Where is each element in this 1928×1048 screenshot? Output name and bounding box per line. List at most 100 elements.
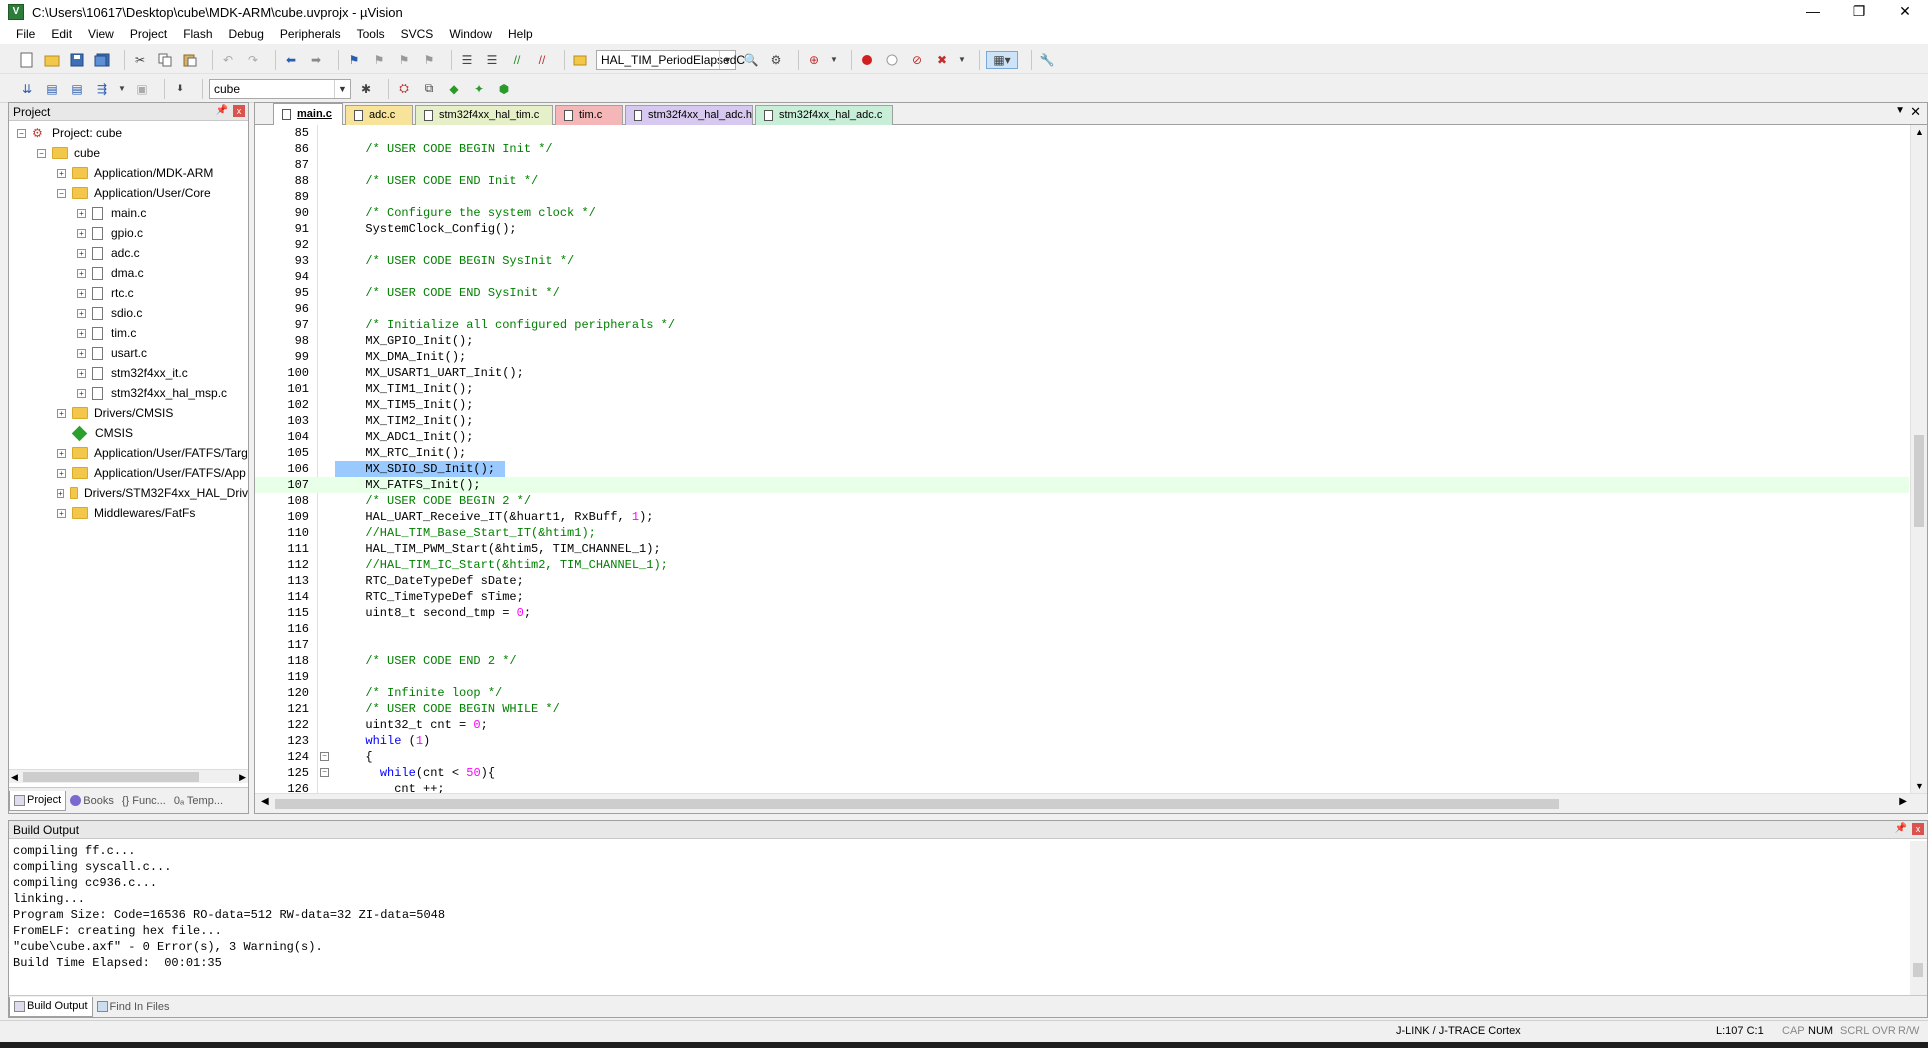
expand-icon[interactable]: + — [77, 208, 86, 218]
fold-toggle-icon[interactable]: − — [320, 752, 329, 761]
expand-icon[interactable]: + — [77, 248, 86, 258]
expand-icon[interactable]: + — [77, 288, 86, 298]
expand-icon[interactable]: + — [57, 508, 66, 518]
minimize-button[interactable]: — — [1790, 0, 1836, 24]
editor-tab[interactable]: stm32f4xx_hal_tim.c — [415, 105, 553, 125]
tab-books[interactable]: Books — [66, 791, 118, 811]
tree-item[interactable]: + dma.c — [9, 263, 248, 283]
debug-session-icon[interactable]: ⊕ — [805, 51, 823, 69]
tree-item[interactable]: + rtc.c — [9, 283, 248, 303]
expand-icon[interactable]: + — [57, 468, 66, 478]
collapse-icon[interactable]: − — [57, 188, 66, 198]
expand-icon[interactable]: + — [77, 328, 86, 338]
close-tab-icon[interactable]: ✕ — [1910, 104, 1921, 120]
comment-icon[interactable]: // — [508, 51, 526, 69]
editor-tab[interactable]: main.c — [273, 103, 343, 125]
configure-icon[interactable]: 🔧 — [1038, 51, 1056, 69]
menu-edit[interactable]: Edit — [43, 24, 80, 44]
scroll-left-icon[interactable]: ◀ — [261, 796, 269, 807]
code-line[interactable]: 96 — [255, 301, 1909, 317]
scroll-down-icon[interactable]: ▼ — [1911, 781, 1928, 791]
bookmark-next-icon[interactable]: ⚑ — [395, 51, 413, 69]
navigate-forward-icon[interactable]: ➡ — [307, 51, 325, 69]
manage-project-items-icon[interactable]: ⛭ — [395, 80, 413, 98]
tree-item[interactable]: + Middlewares/FatFs — [9, 503, 248, 523]
code-line[interactable]: 110 //HAL_TIM_Base_Start_IT(&htim1); — [255, 525, 1909, 541]
code-line[interactable]: 108 /* USER CODE BEGIN 2 */ — [255, 493, 1909, 509]
code-line[interactable]: 98 MX_GPIO_Init(); — [255, 333, 1909, 349]
paste-icon[interactable] — [181, 51, 199, 69]
tree-item[interactable]: + tim.c — [9, 323, 248, 343]
tree-item[interactable]: + Application/User/FATFS/App — [9, 463, 248, 483]
code-editor[interactable]: 85 86 /* USER CODE BEGIN Init */87 88 /* U… — [255, 125, 1909, 793]
menu-debug[interactable]: Debug — [221, 24, 272, 44]
code-line[interactable]: 119 — [255, 669, 1909, 685]
expand-icon[interactable]: + — [57, 168, 66, 178]
collapse-icon[interactable]: − — [37, 148, 46, 158]
redo-icon[interactable]: ↷ — [244, 51, 262, 69]
undo-icon[interactable]: ↶ — [219, 51, 237, 69]
code-line[interactable]: 123 while (1) — [255, 733, 1909, 749]
rebuild-icon[interactable]: ▤ — [68, 80, 86, 98]
menu-peripherals[interactable]: Peripherals — [272, 24, 349, 44]
menu-svcs[interactable]: SVCS — [393, 24, 442, 44]
cut-icon[interactable]: ✂ — [131, 51, 149, 69]
code-line[interactable]: 106 MX_SDIO_SD_Init(); — [255, 461, 1909, 477]
code-line[interactable]: 118 /* USER CODE END 2 */ — [255, 653, 1909, 669]
translate-icon[interactable]: ⇊ — [18, 80, 36, 98]
scroll-right-icon[interactable]: ▶ — [239, 770, 246, 784]
pack-installer-icon[interactable]: ✦ — [470, 80, 488, 98]
build-icon[interactable]: ▤ — [43, 80, 61, 98]
code-line[interactable]: 94 — [255, 269, 1909, 285]
collapse-icon[interactable]: − — [17, 128, 26, 138]
code-line[interactable]: 115 uint8_t second_tmp = 0; — [255, 605, 1909, 621]
disable-breakpoint-icon[interactable] — [883, 51, 901, 69]
expand-icon[interactable]: + — [57, 488, 64, 498]
code-line[interactable]: 90 /* Configure the system clock */ — [255, 205, 1909, 221]
tab-project[interactable]: Project — [9, 790, 67, 811]
chevron-down-icon[interactable]: ▼ — [958, 51, 966, 69]
save-all-icon[interactable] — [93, 51, 111, 69]
tab-find-in-files[interactable]: Find In Files — [93, 997, 174, 1017]
code-line[interactable]: 95 /* USER CODE END SysInit */ — [255, 285, 1909, 301]
save-icon[interactable] — [68, 51, 86, 69]
expand-icon[interactable]: + — [77, 368, 86, 378]
code-line[interactable]: 89 — [255, 189, 1909, 205]
find-in-files-icon[interactable] — [571, 51, 589, 69]
editor-hscrollbar[interactable]: ◀ ▶ — [255, 793, 1927, 813]
tree-item[interactable]: + Application/MDK-ARM — [9, 163, 248, 183]
expand-icon[interactable]: + — [77, 348, 86, 358]
bookmark-toggle-icon[interactable]: ⚑ — [345, 51, 363, 69]
tree-item[interactable]: − ⚙ Project: cube — [9, 123, 248, 143]
menu-project[interactable]: Project — [122, 24, 175, 44]
code-line[interactable]: 116 — [255, 621, 1909, 637]
code-line[interactable]: 105 MX_RTC_Init(); — [255, 445, 1909, 461]
code-line[interactable]: 100 MX_USART1_UART_Init(); — [255, 365, 1909, 381]
editor-tab[interactable]: stm32f4xx_hal_adc.h — [625, 105, 753, 125]
code-line[interactable]: 85 — [255, 125, 1909, 141]
code-line[interactable]: 117 — [255, 637, 1909, 653]
menu-tools[interactable]: Tools — [349, 24, 393, 44]
expand-icon[interactable]: + — [77, 308, 86, 318]
cube-icon[interactable]: ⬢ — [495, 80, 513, 98]
code-line[interactable]: 86 /* USER CODE BEGIN Init */ — [255, 141, 1909, 157]
editor-tab[interactable]: adc.c — [345, 105, 413, 125]
code-line[interactable]: 125 − while(cnt < 50){ — [255, 765, 1909, 781]
build-output-vscrollbar[interactable] — [1910, 841, 1927, 997]
code-line[interactable]: 114 RTC_TimeTypeDef sTime; — [255, 589, 1909, 605]
code-line[interactable]: 91 SystemClock_Config(); — [255, 221, 1909, 237]
new-file-icon[interactable] — [18, 51, 36, 69]
indent-icon[interactable]: ☰ — [458, 51, 476, 69]
code-line[interactable]: 102 MX_TIM5_Init(); — [255, 397, 1909, 413]
unindent-icon[interactable]: ☰ — [483, 51, 501, 69]
expand-icon[interactable]: + — [57, 408, 66, 418]
menu-file[interactable]: File — [8, 24, 43, 44]
chevron-down-icon[interactable]: ▼ — [830, 51, 838, 69]
tab-functions[interactable]: {} Func... — [118, 791, 170, 811]
code-line[interactable]: 107 MX_FATFS_Init(); — [255, 477, 1909, 493]
run-time-environment-icon[interactable]: ◆ — [445, 80, 463, 98]
tree-item[interactable]: + sdio.c — [9, 303, 248, 323]
insert-breakpoint-icon[interactable] — [858, 51, 876, 69]
batch-build-icon[interactable]: ⇶ — [93, 80, 111, 98]
expand-icon[interactable]: + — [57, 448, 66, 458]
